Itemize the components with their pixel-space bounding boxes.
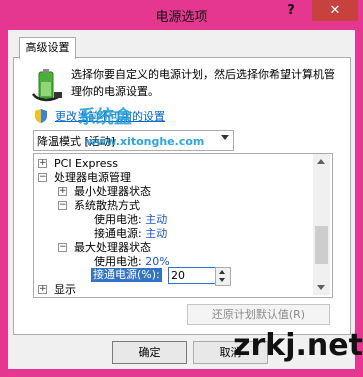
help-button[interactable]: ? bbox=[278, 0, 304, 21]
collapse-icon[interactable]: − bbox=[58, 201, 67, 210]
tree-item-cooling-on-battery[interactable]: 使用电池: 主动 bbox=[94, 212, 167, 227]
tree-item-label: 处理器电源管理 bbox=[54, 171, 131, 184]
expand-icon[interactable]: + bbox=[58, 187, 67, 196]
description-text: 选择你要自定义的电源计划，然后选择你希望计算机管理你的电源设置。 bbox=[71, 68, 335, 98]
tree-item-system-cooling-policy[interactable]: − 系统散热方式 bbox=[58, 198, 140, 213]
watermark-logo-text: 系统盒 bbox=[78, 107, 132, 128]
collapse-icon[interactable]: − bbox=[58, 243, 67, 252]
max-plugged-in-label: 接通电源(%): bbox=[91, 268, 162, 282]
setting-label: 使用电池: bbox=[94, 255, 142, 268]
tree-item-processor-power-management[interactable]: − 处理器电源管理 bbox=[38, 170, 131, 185]
scroll-up-icon[interactable] bbox=[317, 159, 325, 164]
tree-item-label: 最大处理器状态 bbox=[74, 241, 151, 254]
setting-label: 使用电池: bbox=[94, 213, 142, 226]
site-watermark-logo: 系统盒 bbox=[78, 103, 132, 129]
brand-watermark: zrkj.net bbox=[233, 328, 363, 363]
tree-item-max-on-battery[interactable]: 使用电池: 20% bbox=[94, 254, 170, 269]
spin-up-icon[interactable] bbox=[219, 270, 225, 274]
settings-tree[interactable]: + PCI Express − 处理器电源管理 + 最小处理器状态 − 系统散热… bbox=[33, 153, 333, 298]
tab-advanced-settings[interactable]: 高级设置 bbox=[19, 37, 76, 59]
expand-icon[interactable]: + bbox=[38, 159, 47, 168]
tree-item-pci-express[interactable]: + PCI Express bbox=[38, 156, 118, 171]
tree-item-label: PCI Express bbox=[54, 157, 119, 170]
tree-item-cooling-plugged-in[interactable]: 接通电源: 主动 bbox=[94, 226, 167, 241]
power-plan-icon bbox=[30, 68, 64, 104]
tree-item-display[interactable]: + 显示 bbox=[38, 282, 76, 297]
window-title: 电源选项 bbox=[155, 10, 208, 25]
setting-value[interactable]: 主动 bbox=[145, 213, 167, 226]
tree-item-max-processor-state[interactable]: − 最大处理器状态 bbox=[58, 240, 151, 255]
scroll-thumb[interactable] bbox=[315, 226, 328, 264]
close-button[interactable]: ✕ bbox=[312, 0, 358, 21]
tree-scrollbar[interactable] bbox=[313, 154, 330, 295]
site-watermark-url: www.xitonghe.com bbox=[86, 135, 205, 148]
setting-label: 接通电源: bbox=[94, 227, 142, 240]
scroll-down-icon[interactable] bbox=[317, 285, 325, 290]
ok-button[interactable]: 确定 bbox=[112, 341, 187, 364]
tree-item-label: 最小处理器状态 bbox=[74, 185, 151, 198]
tree-item-label: 显示 bbox=[54, 283, 76, 296]
setting-value[interactable]: 20% bbox=[145, 255, 169, 268]
tree-item-label: 系统散热方式 bbox=[74, 199, 140, 212]
chevron-down-icon bbox=[221, 135, 229, 140]
spin-down-icon[interactable] bbox=[219, 278, 225, 282]
tab-label: 高级设置 bbox=[25, 41, 70, 54]
collapse-icon[interactable]: − bbox=[38, 173, 47, 182]
expand-icon[interactable]: + bbox=[38, 285, 47, 294]
max-plugged-in-input[interactable]: 20 bbox=[168, 267, 217, 284]
max-plugged-in-stepper[interactable] bbox=[215, 267, 231, 286]
restore-defaults-button[interactable]: 还原计划默认值(R) bbox=[187, 304, 330, 325]
uac-shield-icon bbox=[34, 108, 48, 124]
tree-item-min-processor-state[interactable]: + 最小处理器状态 bbox=[58, 184, 151, 199]
setting-value[interactable]: 主动 bbox=[145, 227, 167, 240]
